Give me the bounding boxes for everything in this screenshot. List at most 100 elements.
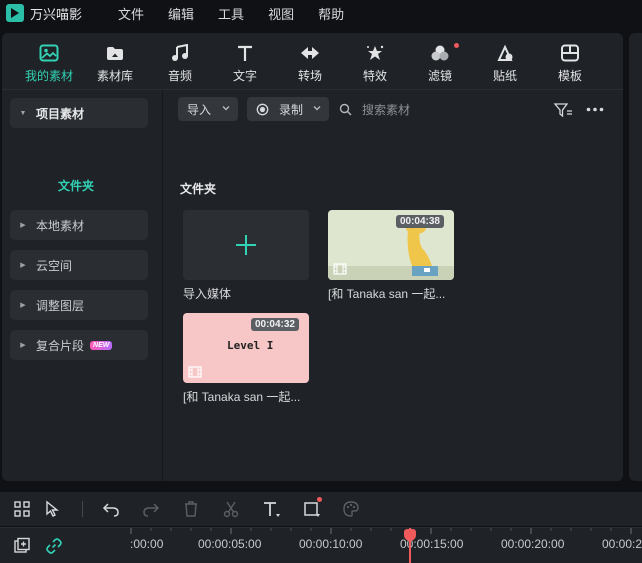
menu-help[interactable]: 帮助 [318,4,344,23]
sidebar-item-label: 云空间 [36,258,73,273]
record-icon [256,103,269,115]
tab-label: 贴纸 [492,69,517,83]
transition-icon [301,47,319,59]
playhead-handle[interactable] [404,529,416,541]
tab-label: 特效 [362,69,387,83]
media-card[interactable]: 00:04:38 [和 Tanaka san 一起... [328,210,454,302]
video-thumbnail: Level I 00:04:32 [183,313,309,383]
media-panel: 我的素材 素材库 音频 文字 转场 特效 滤镜 贴纸 模板 ▼ 项目素材 文件夹… [2,33,623,481]
select-cursor-icon[interactable] [44,500,62,518]
notification-dot [317,497,322,502]
plus-icon [236,235,256,255]
sidebar-item-label: 本地素材 [36,218,85,233]
more-options-icon[interactable] [586,107,604,112]
menu-edit[interactable]: 编辑 [168,4,194,23]
crop-icon[interactable] [302,500,322,518]
timecode-label: 00:00:20:00 [501,537,565,551]
tab-templates[interactable]: 模板 [540,41,600,85]
menu-file[interactable]: 文件 [118,4,144,23]
tab-label: 转场 [297,69,322,83]
sidebar-item-label: 项目素材 [36,106,85,121]
text-tool-icon[interactable] [262,500,282,518]
tab-label: 文字 [232,69,257,83]
sidebar-item-local-media[interactable]: ▶ 本地素材 [10,210,148,240]
notification-dot [454,43,459,48]
sticker-icon [497,44,513,61]
tab-filters[interactable]: 滤镜 [410,41,470,85]
record-dropdown[interactable]: 录制 [247,97,329,121]
tab-my-media[interactable]: 我的素材 [19,41,79,85]
media-card[interactable]: Level I 00:04:32 [和 Tanaka san 一起... [183,313,309,405]
media-toolbar: 我的素材 素材库 音频 文字 转场 特效 滤镜 贴纸 模板 [2,33,623,89]
sidebar-item-label: 调整图层 [36,298,85,313]
import-media-card[interactable]: 导入媒体 [183,210,309,302]
add-track-icon[interactable] [13,537,31,555]
text-icon [238,45,252,61]
caret-right-icon: ▶ [20,342,26,349]
link-icon[interactable] [45,537,63,555]
redo-icon[interactable] [142,500,160,518]
delete-icon[interactable] [182,500,200,518]
duration-badge: 00:04:38 [395,215,444,228]
search-field[interactable]: 搜索素材 [339,97,410,121]
duration-badge: 00:04:32 [250,318,299,331]
thumbnail-overlay-text: Level I [227,339,274,352]
color-palette-icon[interactable] [342,500,360,518]
filter-sort-icon[interactable] [553,102,573,118]
app-logo-icon [6,4,24,22]
caret-down-icon: ▼ [19,109,27,117]
timeline-ruler[interactable]: :00:00 00:00:05:00 00:00:10:00 00:00:15:… [0,527,642,563]
sidebar-item-cloud[interactable]: ▶ 云空间 [10,250,148,280]
filter-bar: 导入 录制 搜索素材 [163,90,623,128]
import-label: 导入 [187,102,212,117]
sidebar: ▼ 项目素材 文件夹 ▶ 本地素材 ▶ 云空间 ▶ 调整图层 ▶ 复合片段 NE… [2,90,162,481]
video-thumbnail: 00:04:38 [328,210,454,280]
timecode-label: 00:00:2 [602,537,642,551]
sidebar-item-folder[interactable]: 文件夹 [58,177,94,194]
tab-transitions[interactable]: 转场 [280,41,340,85]
film-strip-icon [333,263,347,275]
tab-stock-media[interactable]: 素材库 [85,41,145,85]
timecode-label: :00:00 [130,537,164,551]
import-thumbnail [183,210,309,280]
tab-label: 滤镜 [427,69,452,83]
app-name: 万兴喵影 [30,6,83,22]
card-caption: [和 Tanaka san 一起... [183,390,301,404]
tab-label: 素材库 [96,69,133,83]
sidebar-item-label: 复合片段 [36,338,85,353]
record-label: 录制 [279,102,304,117]
tab-effects[interactable]: 特效 [345,41,405,85]
scissors-icon[interactable] [222,500,240,518]
timeline-ticks [130,528,632,534]
caret-right-icon: ▶ [20,222,26,229]
sidebar-item-adjustment-layer[interactable]: ▶ 调整图层 [10,290,148,320]
tab-label: 模板 [557,69,582,83]
tab-text[interactable]: 文字 [215,41,275,85]
tab-label: 音频 [167,69,192,83]
card-caption: [和 Tanaka san 一起... [328,287,446,301]
sidebar-item-project-media[interactable]: ▼ 项目素材 [10,98,148,128]
menu-view[interactable]: 视图 [268,4,294,23]
menu-bar: 文件 编辑 工具 视图 帮助 [118,4,368,23]
layout-grid-icon[interactable] [13,500,31,518]
caret-right-icon: ▶ [20,302,26,309]
section-title: 文件夹 [180,182,217,196]
menu-tools[interactable]: 工具 [218,4,244,23]
stock-media-icon [107,47,123,60]
toolbar-separator [82,501,83,517]
caret-right-icon: ▶ [20,262,26,269]
filter-icon [431,45,449,61]
title-bar: 万兴喵影 文件 编辑 工具 视图 帮助 [0,0,642,26]
undo-icon[interactable] [102,500,120,518]
sidebar-item-compound-clip[interactable]: ▶ 复合片段 NEW [10,330,148,360]
film-strip-icon [188,366,202,378]
tab-stickers[interactable]: 贴纸 [475,41,535,85]
tab-label: 我的素材 [24,69,73,83]
edit-toolbar [0,492,642,526]
effects-icon [367,45,384,60]
tab-audio[interactable]: 音频 [150,41,210,85]
chevron-down-icon [222,106,230,111]
import-dropdown[interactable]: 导入 [178,97,238,121]
search-icon [339,103,352,115]
music-note-icon [172,44,188,61]
